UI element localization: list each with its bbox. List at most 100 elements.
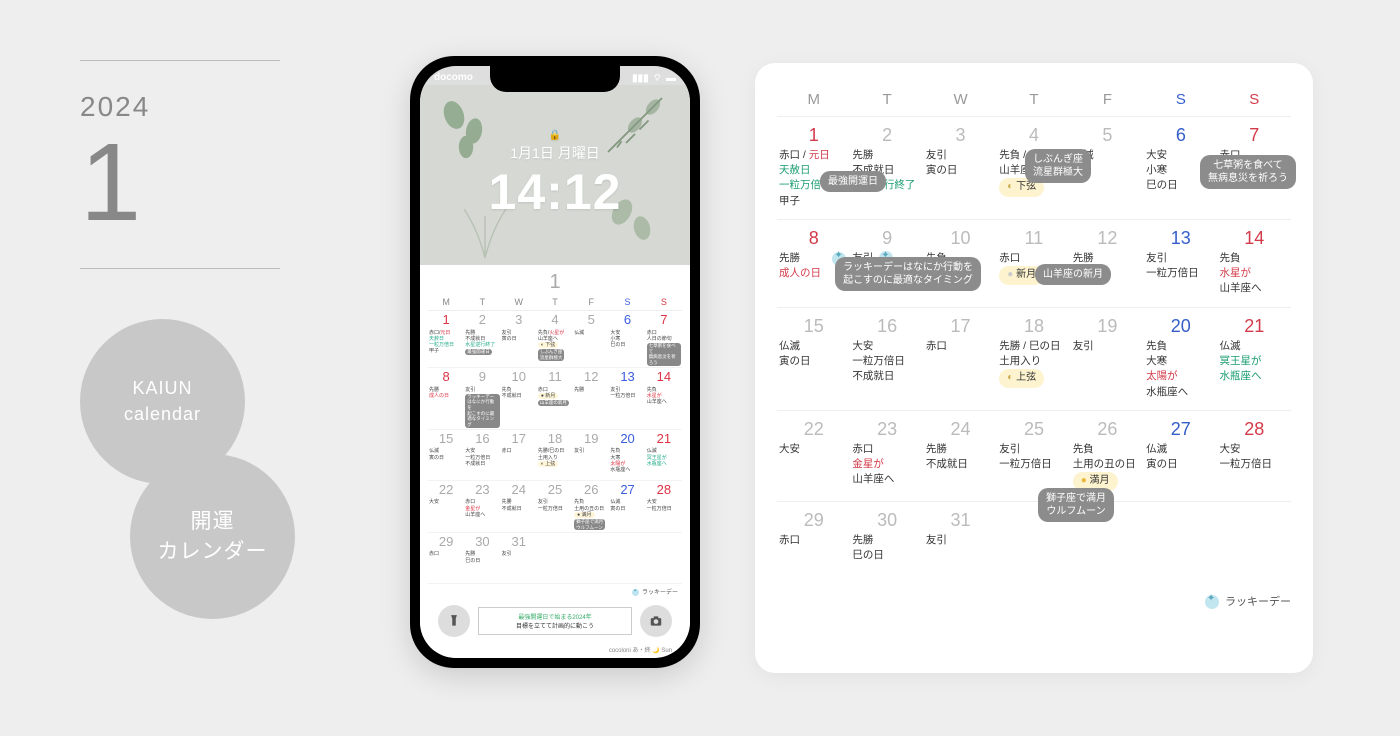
phone-week-row: 1赤口/元日天赦日一粒万倍日甲子2先勝不成就日水星逆行終了最強開運日3友引寅の日… bbox=[428, 311, 682, 368]
phone-day-cell: 1赤口/元日天赦日一粒万倍日甲子 bbox=[428, 311, 464, 367]
phone-day-cell: 2先勝不成就日水星逆行終了最強開運日 bbox=[464, 311, 500, 367]
phone-dow-cell: S bbox=[609, 296, 645, 308]
dow-cell: S bbox=[1218, 91, 1291, 108]
lock-time: 14:12 bbox=[489, 163, 622, 221]
main-calendar: MTWTFSS 1赤口 / 元日天赦日一粒万倍日甲子2先勝不成就日水星逆行終了3… bbox=[755, 63, 1313, 673]
calendar-legend: ラッキーデー bbox=[777, 593, 1291, 609]
day-cell: 24先勝不成就日 bbox=[924, 419, 997, 491]
tag-saikyo: 最強開運日 bbox=[820, 171, 886, 192]
lucky-icon bbox=[1205, 595, 1219, 609]
phone-day-cell: 26先負土用の丑の日● 満月獅子座で満月ウルフムーン bbox=[573, 481, 609, 532]
legend-text: ラッキーデー bbox=[1225, 596, 1291, 608]
day-cell: 3友引寅の日 bbox=[924, 125, 997, 209]
circle-en-line1: KAIUN bbox=[132, 376, 192, 401]
phone-day-cell: 25友引一粒万倍日 bbox=[537, 481, 573, 532]
phone-day-cell bbox=[573, 533, 609, 583]
message-widget: 最強開運日で始まる2024年 目標を立てて計画的に動こう bbox=[478, 607, 632, 635]
year-label: 2024 bbox=[80, 91, 280, 123]
day-cell: 15仏滅寅の日 bbox=[777, 316, 850, 400]
day-cell: 18先勝 / 巳の日土用入り上弦 bbox=[997, 316, 1070, 400]
dow-cell: T bbox=[850, 91, 923, 108]
lock-screen-center: 🔒 1月1日 月曜日 14:12 bbox=[420, 85, 690, 265]
flashlight-button[interactable] bbox=[438, 605, 470, 637]
day-cell: 16大安一粒万倍日不成就日 bbox=[850, 316, 923, 400]
phone-legend-text: ラッキーデー bbox=[642, 590, 678, 596]
phone-day-cell: 15仏滅寅の日 bbox=[428, 430, 464, 480]
phone-week-row: 8先勝成人の日9友引ラッキーデーはなにか行動を起こすのに最適なタイミング10先負… bbox=[428, 368, 682, 430]
day-cell: 2先勝不成就日水星逆行終了 bbox=[850, 125, 923, 209]
camera-button[interactable] bbox=[640, 605, 672, 637]
phone-week-row: 29赤口30先勝巳の日31友引 bbox=[428, 533, 682, 584]
phone-legend: ラッキーデー bbox=[428, 584, 682, 599]
msg-line1: 最強開運日で始まる2024年 bbox=[483, 612, 627, 621]
phone-day-cell: 21仏滅冥王星が水瓶座へ bbox=[646, 430, 682, 480]
dow-cell: W bbox=[924, 91, 997, 108]
day-cell: 11赤口新月 bbox=[997, 228, 1070, 297]
phone-day-cell: 30先勝巳の日 bbox=[464, 533, 500, 583]
phone-day-cell: 6大安小寒巳の日 bbox=[609, 311, 645, 367]
phone-dow-cell: M bbox=[428, 296, 464, 308]
phone-day-cell: 24先勝不成就日 bbox=[501, 481, 537, 532]
phone-day-cell: 31友引 bbox=[501, 533, 537, 583]
phone-dow-cell: T bbox=[537, 296, 573, 308]
phone-day-cell: 27仏滅寅の日 bbox=[609, 481, 645, 532]
phone-day-cell: 18先勝/巳の日土用入り◐ 上弦 bbox=[537, 430, 573, 480]
day-cell: 23赤口金星が山羊座へ bbox=[850, 419, 923, 491]
day-cell: 14先負水星が山羊座へ bbox=[1218, 228, 1291, 297]
tag-nanakusa: 七草粥を食べて無病息災を祈ろう bbox=[1200, 155, 1296, 189]
divider-top bbox=[80, 60, 280, 61]
day-cell: 25友引一粒万倍日 bbox=[997, 419, 1070, 491]
phone-day-cell: 12先勝 bbox=[573, 368, 609, 429]
tag-shibungi: しぶんぎ座流星群極大 bbox=[1025, 149, 1091, 183]
phone-day-cell: 11赤口● 新月 山羊座の新月 bbox=[537, 368, 573, 429]
divider-bottom bbox=[80, 268, 280, 269]
phone-week-row: 15仏滅寅の日16大安一粒万倍日不成就日17赤口18先勝/巳の日土用入り◐ 上弦… bbox=[428, 430, 682, 481]
tag-yagiza: 山羊座の新月 bbox=[1035, 264, 1111, 285]
phone-month-label: 1 bbox=[428, 271, 682, 294]
dow-row: MTWTFSS bbox=[777, 91, 1291, 108]
status-icons: ▮▮▮ ⌔ ▬ bbox=[632, 72, 676, 85]
day-cell: 27仏滅寅の日 bbox=[1144, 419, 1217, 491]
phone-credit: cocoloni あ・終 🌙 Sun bbox=[428, 645, 682, 658]
phone-day-cell: 19友引 bbox=[573, 430, 609, 480]
day-cell: 31友引 bbox=[924, 510, 997, 579]
day-cell: 17赤口 bbox=[924, 316, 997, 400]
battery-icon: ▬ bbox=[666, 73, 676, 84]
tag-shishi: 獅子座で満月ウルフムーン bbox=[1038, 488, 1114, 522]
week-row: 22大安23赤口金星が山羊座へ24先勝不成就日25友引一粒万倍日26先負土用の丑… bbox=[777, 410, 1291, 501]
day-cell: 22大安 bbox=[777, 419, 850, 491]
dow-cell: F bbox=[1071, 91, 1144, 108]
phone-bottom-bar: 最強開運日で始まる2024年 目標を立てて計画的に動こう bbox=[428, 599, 682, 645]
phone-notch bbox=[490, 66, 620, 92]
month-number: 1 bbox=[80, 128, 280, 238]
phone-day-cell: 28大安一粒万倍日 bbox=[646, 481, 682, 532]
wifi-icon: ⌔ bbox=[653, 72, 662, 85]
dow-cell: T bbox=[997, 91, 1070, 108]
week-row: 29赤口30先勝巳の日31友引 bbox=[777, 501, 1291, 589]
phone-mockup: docomo ▮▮▮ ⌔ ▬ 🔒 1月1日 月曜日 14:12 1 MTWTFS… bbox=[410, 56, 700, 668]
dow-cell: S bbox=[1144, 91, 1217, 108]
phone-day-cell bbox=[537, 533, 573, 583]
phone-calendar: 1 MTWTFSS 1赤口/元日天赦日一粒万倍日甲子2先勝不成就日水星逆行終了最… bbox=[420, 265, 690, 658]
msg-line2: 目標を立てて計画的に動こう bbox=[483, 621, 627, 630]
phone-screen: docomo ▮▮▮ ⌔ ▬ 🔒 1月1日 月曜日 14:12 1 MTWTFS… bbox=[420, 66, 690, 658]
phone-dow-cell: F bbox=[573, 296, 609, 308]
lock-date: 1月1日 月曜日 bbox=[510, 143, 599, 163]
phone-dow-cell: W bbox=[501, 296, 537, 308]
dow-cell: M bbox=[777, 91, 850, 108]
circle-jp-line1: 開運 bbox=[191, 507, 235, 536]
phone-day-cell: 4先負/火星が山羊座へ◐ 下弦 しぶんぎ座流星群極大 bbox=[537, 311, 573, 367]
day-cell bbox=[1218, 510, 1291, 579]
phone-day-cell: 7赤口人日の節句七草粥を食べて無病息災を祈ろう bbox=[646, 311, 682, 367]
day-cell: 21仏滅冥王星が水瓶座へ bbox=[1218, 316, 1291, 400]
phone-day-cell: 14先負水星が山羊座へ bbox=[646, 368, 682, 429]
phone-day-cell: 13友引一粒万倍日 bbox=[609, 368, 645, 429]
phone-day-cell bbox=[646, 533, 682, 583]
phone-day-cell: 3友引寅の日 bbox=[501, 311, 537, 367]
day-cell: 19友引 bbox=[1071, 316, 1144, 400]
phone-dow-cell: T bbox=[464, 296, 500, 308]
phone-day-cell: 9友引ラッキーデーはなにか行動を起こすのに最適なタイミング bbox=[464, 368, 500, 429]
phone-day-cell: 8先勝成人の日 bbox=[428, 368, 464, 429]
circle-en-line2: calendar bbox=[124, 402, 201, 427]
phone-day-cell: 22大安 bbox=[428, 481, 464, 532]
